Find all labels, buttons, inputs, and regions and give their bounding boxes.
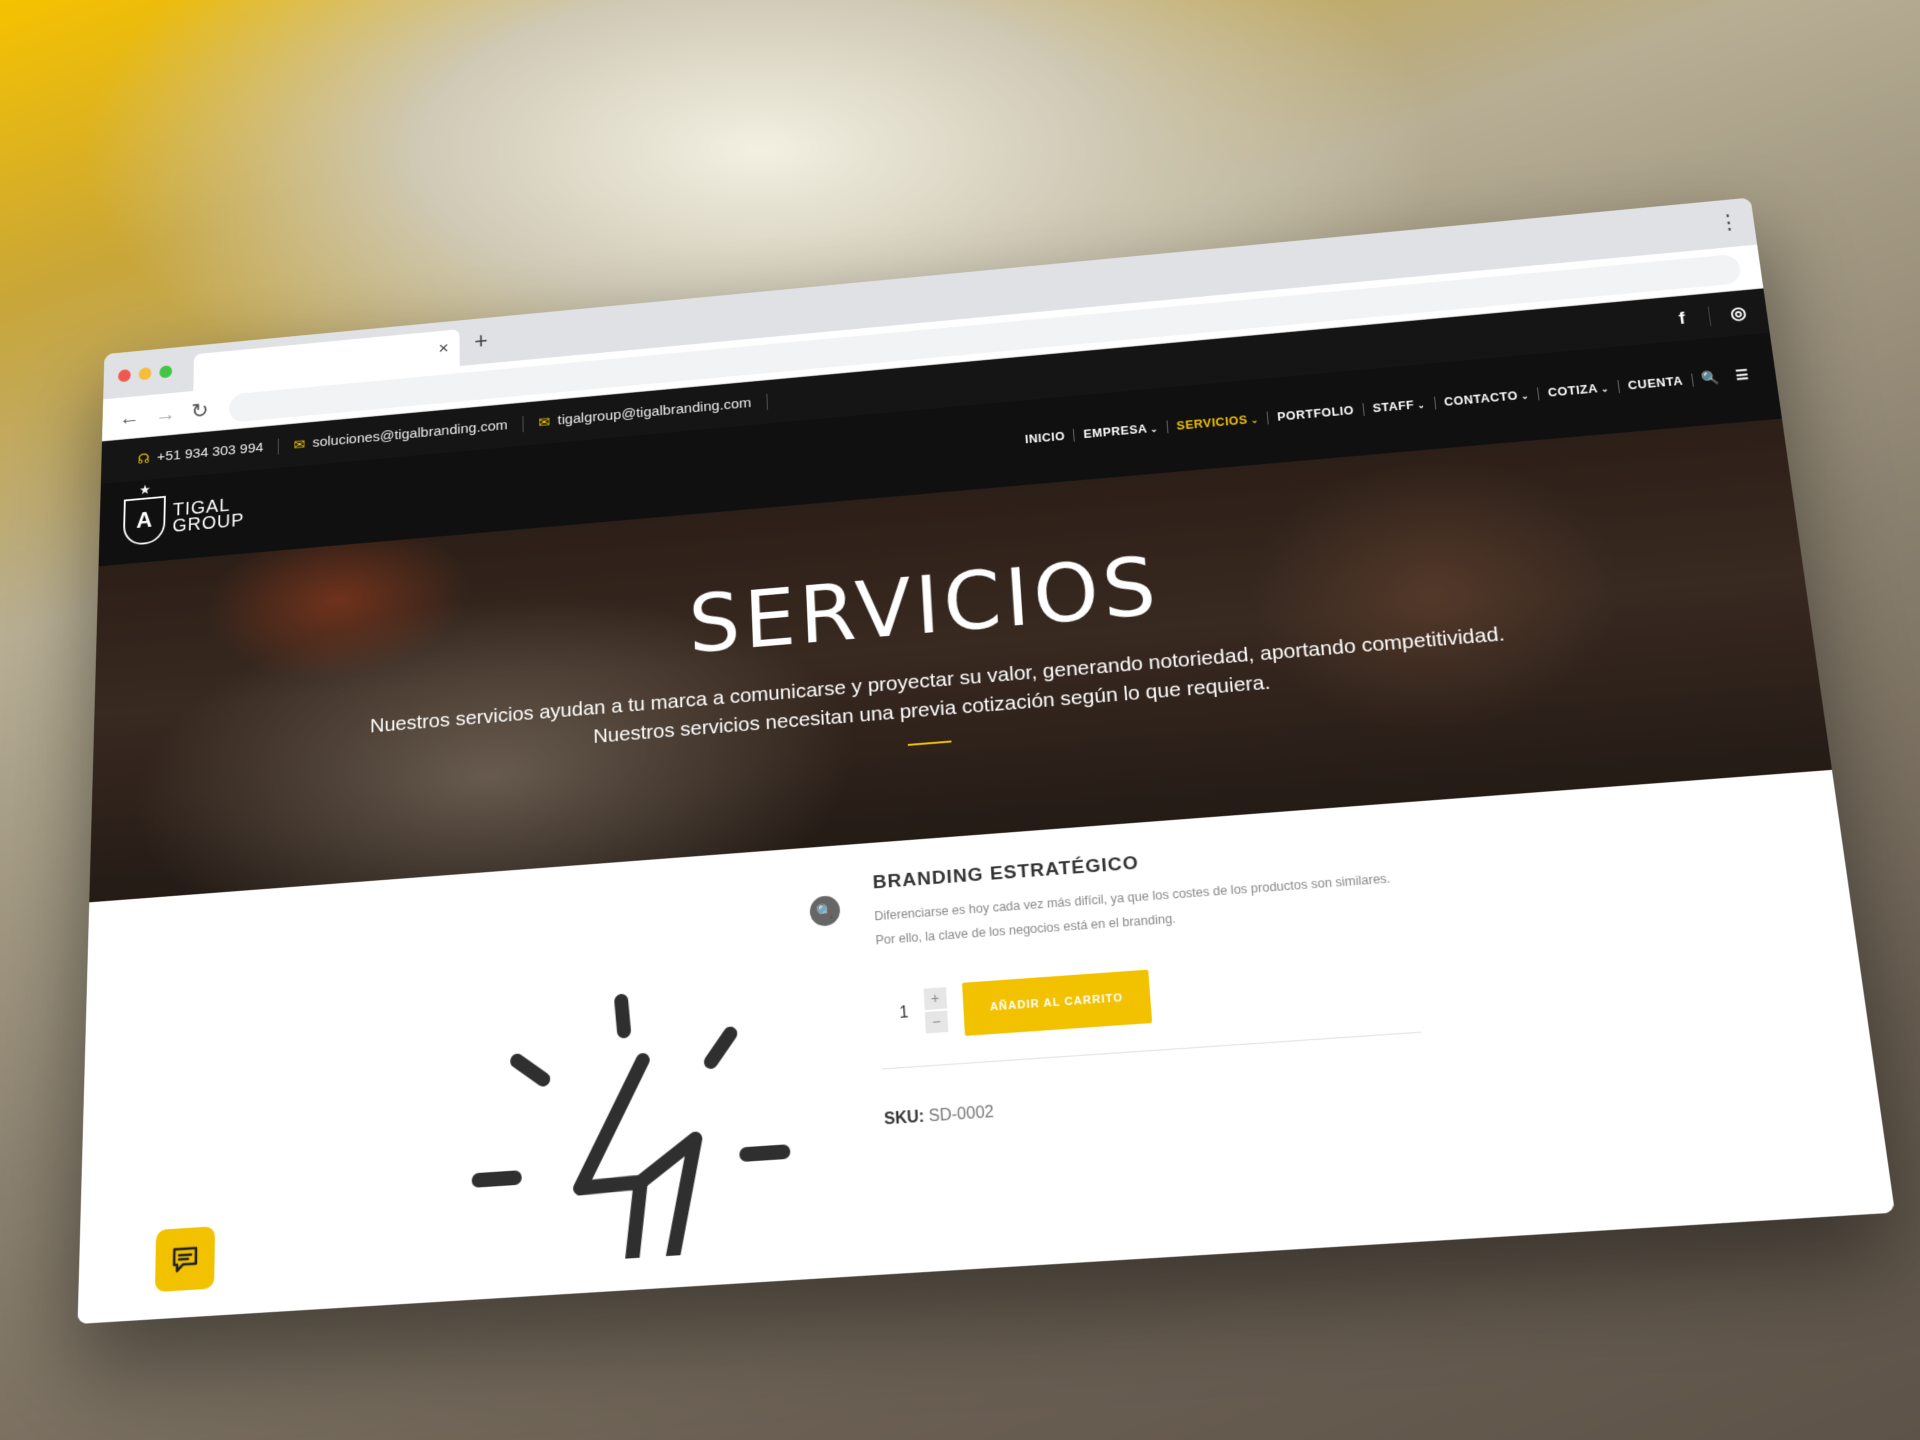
quantity-stepper: + − [923, 987, 949, 1035]
instagram-icon[interactable]: ◎ [1707, 302, 1748, 326]
minimize-window-button[interactable] [138, 367, 152, 381]
logo-shield-icon: A [122, 495, 166, 547]
browser-menu-icon[interactable]: ⋮ [1716, 210, 1741, 236]
social-links: f ◎ [1656, 290, 1749, 342]
nav-item-label: EMPRESA [1083, 421, 1148, 441]
chevron-down-icon: ⌄ [1250, 414, 1260, 425]
new-tab-button[interactable]: + [474, 328, 488, 355]
reload-icon[interactable]: ↻ [191, 398, 209, 423]
envelope-icon: ✉ [293, 436, 306, 454]
sku-value: SD-0002 [928, 1103, 995, 1126]
chevron-down-icon: ⌄ [1600, 383, 1610, 394]
email-address-2: tigalgroup@tigalbranding.com [557, 395, 752, 429]
chevron-down-icon: ⌄ [1520, 390, 1530, 401]
product-summary: BRANDING ESTRATÉGICO Diferenciarse es ho… [872, 830, 1470, 1130]
close-tab-icon[interactable]: × [438, 339, 448, 359]
quantity-input[interactable]: 1 [899, 1004, 909, 1023]
product-sku: SKU: SD-0002 [884, 1072, 1470, 1130]
headset-icon: ☊ [137, 451, 150, 468]
nav-item-staff[interactable]: STAFF ⌄ [1363, 396, 1436, 416]
email-address-1: soluciones@tigalbranding.com [312, 417, 508, 451]
nav-item-label: PORTFOLIO [1276, 403, 1355, 424]
nav-item-label: COTIZA [1547, 381, 1599, 400]
sku-label: SKU: [883, 1108, 925, 1129]
nav-item-label: CONTACTO [1443, 388, 1519, 409]
envelope-icon: ✉ [538, 414, 551, 431]
maximize-window-button[interactable] [159, 365, 173, 379]
nav-item-label: STAFF [1371, 397, 1415, 415]
window-controls [117, 365, 173, 383]
lightning-idea-icon [453, 979, 801, 1269]
increase-quantity-button[interactable]: + [923, 987, 947, 1011]
hamburger-menu-icon[interactable]: ☰ [1726, 366, 1758, 384]
nav-item-contacto[interactable]: CONTACTO ⌄ [1434, 386, 1540, 410]
facebook-icon[interactable]: f [1658, 308, 1687, 330]
nav-item-label: CUENTA [1627, 373, 1684, 392]
logo-line-2: GROUP [172, 510, 245, 537]
decrease-quantity-button[interactable]: − [924, 1010, 949, 1034]
site-logo[interactable]: A TIGAL GROUP [122, 489, 245, 547]
zoom-icon[interactable]: 🔍 [809, 894, 841, 928]
nav-item-portfolio[interactable]: PORTFOLIO [1267, 402, 1365, 424]
forward-arrow-icon[interactable]: → [155, 401, 176, 427]
divider [881, 1031, 1422, 1070]
browser-window: × + ⋮ ← → ↻ ☊ +51 934 303 994 ✉ solucion… [77, 197, 1895, 1324]
add-to-cart-row: 1 + − AÑADIR AL CARRITO [898, 948, 1460, 1041]
nav-item-inicio[interactable]: INICIO [1015, 428, 1076, 447]
nav-item-cotiza[interactable]: COTIZA ⌄ [1538, 379, 1620, 400]
nav-item-servicios[interactable]: SERVICIOS ⌄ [1167, 411, 1269, 433]
nav-item-cuenta[interactable]: CUENTA [1618, 373, 1694, 393]
chat-icon[interactable] [154, 1226, 216, 1293]
chevron-down-icon: ⌄ [1149, 423, 1159, 434]
back-arrow-icon[interactable]: ← [119, 405, 140, 431]
phone-number: +51 934 303 994 [156, 439, 264, 465]
hero-divider [907, 740, 952, 746]
add-to-cart-button[interactable]: AÑADIR AL CARRITO [961, 969, 1152, 1036]
nav-item-empresa[interactable]: EMPRESA ⌄ [1074, 420, 1169, 442]
close-window-button[interactable] [117, 368, 131, 383]
phone-contact[interactable]: ☊ +51 934 303 994 [122, 438, 280, 469]
website: ☊ +51 934 303 994 ✉ soluciones@tigalbran… [77, 288, 1895, 1324]
chevron-down-icon: ⌄ [1416, 399, 1426, 410]
search-icon[interactable]: 🔍 [1692, 369, 1729, 388]
logo-text: TIGAL GROUP [172, 495, 245, 537]
nav-item-label: SERVICIOS [1176, 412, 1249, 433]
nav-item-label: INICIO [1024, 429, 1066, 446]
